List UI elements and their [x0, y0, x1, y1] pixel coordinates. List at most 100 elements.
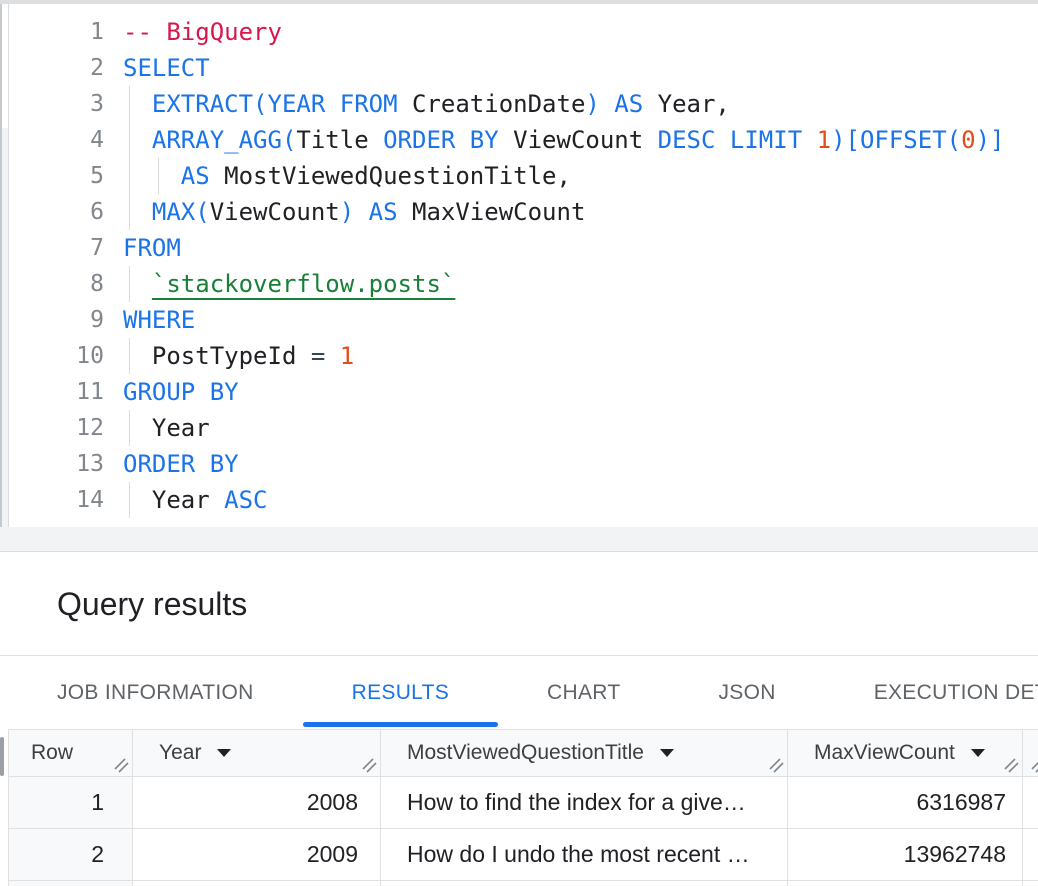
code-token	[123, 270, 152, 298]
table-reference-link[interactable]: `stackoverflow.posts`	[152, 270, 455, 298]
code-line[interactable]: `stackoverflow.posts`	[123, 266, 1038, 302]
editor-code-area[interactable]: -- BigQuery SELECT EXTRACT(YEAR FROM Crea…	[104, 4, 1038, 527]
cell-count	[788, 881, 1023, 886]
tab-execution-details[interactable]: EXECUTION DETAILS	[825, 656, 1038, 729]
cell-count: 13962748	[788, 829, 1023, 881]
cell-row	[9, 881, 133, 886]
cell-title: How do I undo the most recent …	[381, 829, 788, 881]
column-header-label: Year	[159, 741, 201, 765]
panel-divider[interactable]	[0, 527, 1038, 552]
column-header-title[interactable]: MostViewedQuestionTitle	[381, 730, 788, 777]
code-line[interactable]: FROM	[123, 230, 1038, 266]
table-body: 12008How to find the index for a give…63…	[9, 777, 1038, 886]
column-resize-handle[interactable]	[362, 758, 377, 773]
code-line[interactable]: WHERE	[123, 302, 1038, 338]
code-token: Year	[123, 486, 224, 514]
tab-results[interactable]: RESULTS	[303, 656, 498, 729]
column-header-year[interactable]: Year	[133, 730, 381, 777]
code-token: GROUP BY	[123, 378, 239, 406]
cell-row: 1	[9, 777, 133, 829]
code-line[interactable]: Year ASC	[123, 482, 1038, 518]
line-number: 14	[9, 482, 104, 518]
table-header: Row Year MostViewedQuestionTitle MaxViewCou…	[9, 729, 1038, 777]
indent-guide	[129, 410, 130, 446]
column-header-row: Row Year MostViewedQuestionTitle MaxViewCou…	[9, 730, 1038, 777]
code-token: EXTRACT(YEAR FROM	[152, 90, 398, 118]
code-token	[123, 126, 152, 154]
column-header-label: MostViewedQuestionTitle	[407, 741, 644, 765]
code-token: ViewCount	[210, 198, 340, 226]
line-number: 10	[9, 338, 104, 374]
code-line[interactable]: EXTRACT(YEAR FROM CreationDate) AS Year,	[123, 86, 1038, 122]
code-token	[802, 126, 816, 154]
line-number: 3	[9, 86, 104, 122]
cell-filler	[1023, 829, 1038, 881]
table-row: 22009How do I undo the most recent …1396…	[9, 829, 1038, 881]
code-token: MAX(	[152, 198, 210, 226]
tab-label: EXECUTION DETAILS	[874, 681, 1038, 705]
column-menu-arrow-icon[interactable]	[971, 749, 985, 757]
code-token: AS	[181, 162, 210, 190]
column-resize-handle[interactable]	[1004, 758, 1019, 773]
code-line[interactable]: AS MostViewedQuestionTitle,	[123, 158, 1038, 194]
code-token: )[OFFSET(	[831, 126, 961, 154]
tab-json[interactable]: JSON	[669, 656, 824, 729]
indent-guide	[129, 482, 130, 518]
cell-title: How to find the index for a give…	[381, 777, 788, 829]
code-line[interactable]: ORDER BY	[123, 446, 1038, 482]
code-token: ORDER BY	[123, 450, 239, 478]
column-resize-handle[interactable]	[769, 758, 784, 773]
results-tabs: JOB INFORMATION RESULTS CHART JSON EXECUTION…	[0, 656, 1038, 729]
code-token	[123, 90, 152, 118]
tab-label: RESULTS	[352, 681, 449, 705]
code-token: DESC LIMIT	[658, 126, 803, 154]
tab-label: CHART	[547, 681, 620, 705]
column-menu-arrow-icon[interactable]	[217, 749, 231, 757]
tab-label: JOB INFORMATION	[57, 681, 254, 705]
column-resize-handle[interactable]	[1031, 758, 1038, 773]
column-header-count[interactable]: MaxViewCount	[788, 730, 1023, 777]
line-number: 4	[9, 122, 104, 158]
code-token: 1	[817, 126, 831, 154]
cell-row: 2	[9, 829, 133, 881]
table-row-partial	[9, 881, 1038, 886]
sql-editor[interactable]: 1234567891011121314 -- BigQuerySELECT EX…	[8, 4, 1038, 527]
code-token: Title	[296, 126, 383, 154]
code-token: )]	[976, 126, 1005, 154]
code-line[interactable]: GROUP BY	[123, 374, 1038, 410]
vertical-scrollbar-thumb[interactable]	[0, 737, 4, 776]
indent-guide	[129, 158, 130, 194]
code-token	[123, 162, 181, 190]
line-number: 11	[9, 374, 104, 410]
line-number: 12	[9, 410, 104, 446]
code-token: -- BigQuery	[123, 18, 282, 46]
tab-label: JSON	[718, 681, 775, 705]
code-token: MaxViewCount	[398, 198, 586, 226]
code-line[interactable]: -- BigQuery	[123, 14, 1038, 50]
column-header-label: Row	[31, 741, 73, 765]
code-token: Year,	[643, 90, 730, 118]
code-token: FROM	[123, 234, 181, 262]
code-token: ) AS	[585, 90, 643, 118]
column-header-row[interactable]: Row	[9, 730, 133, 777]
cell-filler	[1023, 881, 1038, 886]
cell-year	[133, 881, 381, 886]
column-resize-handle[interactable]	[114, 758, 129, 773]
results-header: Query results	[0, 553, 1038, 656]
code-line[interactable]: PostTypeId = 1	[123, 338, 1038, 374]
code-line[interactable]: Year	[123, 410, 1038, 446]
code-line[interactable]: ARRAY_AGG(Title ORDER BY ViewCount DESC …	[123, 122, 1038, 158]
indent-guide	[129, 194, 130, 230]
code-line[interactable]: SELECT	[123, 50, 1038, 86]
code-line[interactable]: MAX(ViewCount) AS MaxViewCount	[123, 194, 1038, 230]
column-menu-arrow-icon[interactable]	[660, 749, 674, 757]
bigquery-query-panel: 1234567891011121314 -- BigQuerySELECT EX…	[0, 0, 1038, 886]
query-results-panel: Query results JOB INFORMATION RESULTS CHAR…	[0, 553, 1038, 886]
active-tab-indicator	[303, 722, 498, 727]
code-token: ARRAY_AGG(	[152, 126, 297, 154]
tab-chart[interactable]: CHART	[498, 656, 669, 729]
tab-job-information[interactable]: JOB INFORMATION	[8, 656, 303, 729]
column-header-label: MaxViewCount	[814, 741, 955, 765]
code-token: =	[311, 342, 325, 370]
code-token: ) AS	[340, 198, 398, 226]
